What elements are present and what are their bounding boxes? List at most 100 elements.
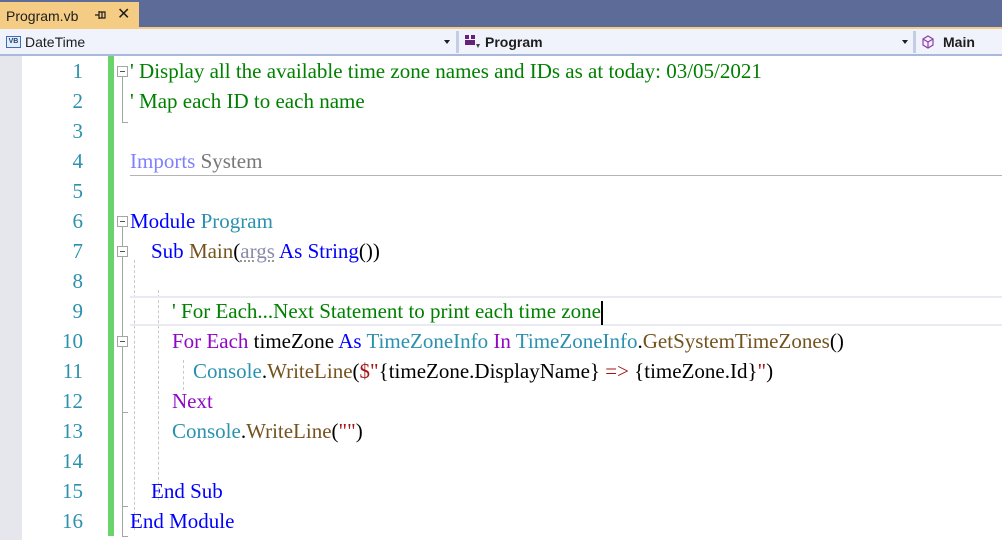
line-number: 9: [72, 299, 84, 323]
code-line[interactable]: Next: [130, 386, 1002, 416]
code-token: ): [355, 419, 363, 443]
chevron-down-icon[interactable]: [444, 40, 450, 44]
code-token: For Each: [172, 329, 249, 353]
fold-line: [122, 227, 123, 536]
code-token: (: [331, 419, 339, 443]
code-token: TimeZoneInfo: [515, 329, 638, 353]
line-number: 13: [62, 419, 83, 443]
code-token: WriteLine: [246, 419, 332, 443]
code-line[interactable]: End Module: [130, 506, 1002, 536]
method-cube-icon: [921, 34, 935, 49]
line-number: 12: [62, 389, 83, 413]
code-token: ' For Each...Next Statement to print eac…: [172, 299, 601, 323]
code-token: Console: [172, 419, 241, 443]
vb-project-icon: VB: [6, 35, 21, 48]
code-token: ' Display all the available time zone na…: [130, 59, 762, 83]
code-line[interactable]: [130, 176, 1002, 206]
code-line[interactable]: [130, 116, 1002, 146]
collapse-icon[interactable]: [117, 336, 128, 347]
nav-separator: [913, 31, 916, 53]
code-line[interactable]: Console.WriteLine(""): [130, 416, 1002, 446]
outlining-margin: [114, 56, 130, 540]
code-token: End Sub: [151, 479, 223, 503]
type-dropdown-label: Program: [485, 33, 543, 50]
code-token: {timeZone.Id}: [634, 359, 758, 383]
code-token: Imports: [130, 149, 196, 173]
code-token: Main: [188, 239, 234, 263]
code-token: As: [338, 329, 362, 353]
tab-title: Program.vb: [6, 7, 79, 24]
collapse-icon[interactable]: [117, 246, 128, 257]
fold-end: [122, 412, 128, 413]
code-line[interactable]: Imports System: [130, 146, 1002, 176]
collapse-icon[interactable]: [117, 216, 128, 227]
navigation-bar: VB DateTime Program Main: [0, 29, 1002, 56]
glyph-margin: [0, 56, 22, 540]
line-number: 16: [62, 509, 83, 533]
document-tab-strip: Program.vb ✕: [0, 0, 1002, 29]
line-number-margin: 1 2 3 4 5 6 7 8 9 10 11 12 13 14 15 16: [22, 56, 108, 536]
code-token: Program: [195, 209, 273, 233]
line-number: 14: [62, 449, 83, 473]
nav-separator: [456, 31, 459, 53]
line-number: 2: [72, 89, 84, 113]
type-dropdown[interactable]: Program: [464, 29, 904, 54]
code-editor[interactable]: 1 2 3 4 5 6 7 8 9 10 11 12 13 14 15 16 ' Display all th…: [0, 56, 1002, 540]
tab-program-vb[interactable]: Program.vb ✕: [0, 2, 139, 29]
code-token: (: [352, 359, 360, 383]
code-token: WriteLine: [267, 359, 353, 383]
code-token: {timeZone.DisplayName}: [378, 359, 600, 383]
member-dropdown[interactable]: Main: [921, 29, 1002, 54]
code-token: ' Map each ID to each name: [130, 89, 365, 113]
code-token: ": [757, 359, 767, 383]
collapse-icon[interactable]: [117, 66, 128, 77]
code-line[interactable]: For Each timeZone As TimeZoneInfo In Tim…: [130, 326, 1002, 356]
code-token: String: [307, 239, 359, 263]
fold-end: [122, 122, 128, 123]
code-token: Console: [193, 359, 262, 383]
code-token: In: [493, 329, 511, 353]
code-token: $": [359, 359, 379, 383]
line-number: 11: [62, 359, 83, 383]
project-dropdown-label: DateTime: [25, 33, 86, 50]
line-number: 15: [62, 479, 83, 503]
line-number: 3: [72, 119, 84, 143]
code-line[interactable]: Sub Main(args As String()): [130, 236, 1002, 266]
code-line[interactable]: ' Map each ID to each name: [130, 86, 1002, 116]
member-dropdown-label: Main: [943, 33, 975, 50]
line-number: 10: [62, 329, 83, 353]
code-line[interactable]: [130, 446, 1002, 476]
code-line[interactable]: ' For Each...Next Statement to print eac…: [130, 296, 1002, 326]
module-icon: [464, 34, 482, 50]
project-dropdown[interactable]: VB DateTime: [6, 29, 454, 54]
line-number: 1: [72, 59, 84, 83]
code-line[interactable]: Module Program: [130, 206, 1002, 236]
code-token: ()): [358, 239, 380, 263]
code-line[interactable]: ' Display all the available time zone na…: [130, 56, 1002, 86]
pin-icon[interactable]: [94, 8, 108, 22]
close-icon[interactable]: ✕: [117, 6, 130, 24]
chevron-down-icon[interactable]: [902, 40, 908, 44]
code-token: (): [829, 329, 844, 353]
code-line[interactable]: Console.WriteLine($"{timeZone.DisplayNam…: [130, 356, 1002, 386]
fold-end: [122, 536, 128, 537]
code-token: timeZone: [248, 329, 339, 353]
line-number: 4: [72, 149, 84, 173]
code-token: Next: [172, 389, 213, 413]
code-token: ): [766, 359, 774, 383]
fold-end: [122, 506, 128, 507]
code-line[interactable]: End Sub: [130, 476, 1002, 506]
code-line[interactable]: [130, 266, 1002, 296]
code-token: System: [195, 149, 263, 173]
code-token: End Module: [130, 509, 235, 533]
code-token: "": [338, 419, 356, 443]
code-text-area[interactable]: ' Display all the available time zone na…: [130, 56, 1002, 536]
line-number: 5: [72, 179, 84, 203]
fold-line: [122, 77, 123, 122]
